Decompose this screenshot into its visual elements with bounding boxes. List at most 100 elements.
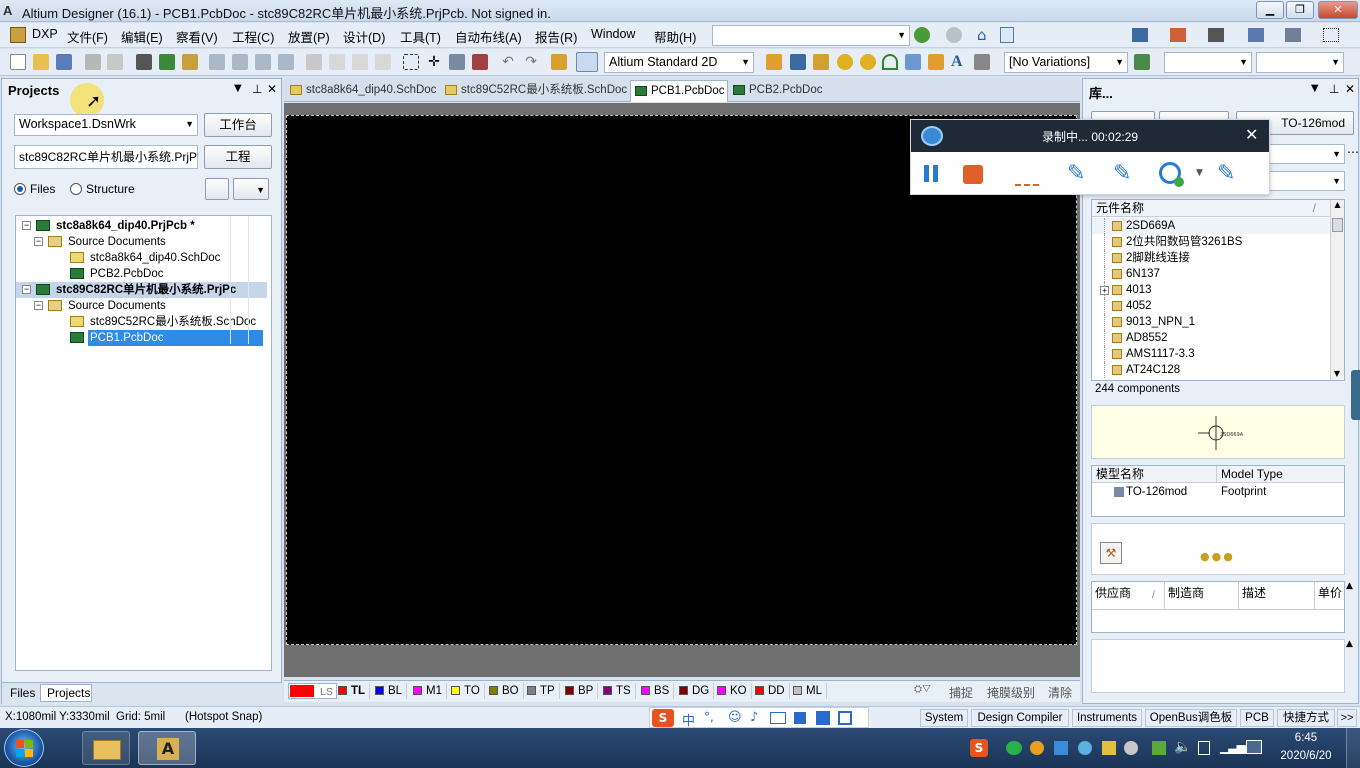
- recorder-close-icon[interactable]: ✕: [1245, 125, 1258, 144]
- design-compiler-button[interactable]: Design Compiler: [971, 709, 1069, 727]
- tray-nvidia-icon[interactable]: [1152, 741, 1166, 755]
- route-icon[interactable]: [1132, 28, 1148, 42]
- layer-tab-bp[interactable]: BP: [565, 683, 599, 699]
- tray-usb-icon[interactable]: [1124, 741, 1138, 755]
- collapse-icon[interactable]: −: [22, 285, 31, 294]
- tray-monitor-icon[interactable]: [1246, 740, 1262, 754]
- align-icon[interactable]: [1170, 28, 1186, 42]
- project-button[interactable]: 工程: [204, 145, 272, 169]
- menu-file[interactable]: 文件(F): [67, 27, 108, 46]
- collapse-icon[interactable]: −: [34, 237, 43, 246]
- pcb-panel-button[interactable]: PCB: [1240, 709, 1274, 727]
- string-icon[interactable]: A: [951, 54, 967, 70]
- save-icon[interactable]: [56, 54, 72, 70]
- manufacturer-col[interactable]: 制造商: [1168, 584, 1204, 601]
- layer-tab-bs[interactable]: BS: [641, 683, 675, 699]
- paste-icon[interactable]: [352, 54, 368, 70]
- menu-tools[interactable]: 工具(T): [400, 27, 441, 46]
- ime-menu-icon[interactable]: [838, 711, 852, 725]
- project-field[interactable]: stc89C82RC单片机最小系统.PrjPcb: [14, 145, 198, 169]
- library-more-icon[interactable]: ⋯: [1347, 145, 1359, 159]
- layer-tab-to[interactable]: TO: [451, 683, 485, 699]
- description-col[interactable]: 描述: [1242, 584, 1266, 601]
- files-radio[interactable]: [14, 183, 26, 195]
- component-list-item[interactable]: AMS1117-3.3: [1092, 346, 1330, 362]
- menu-window[interactable]: Window: [591, 27, 635, 41]
- layer-tab-tl[interactable]: TL: [338, 683, 371, 699]
- folder-icon[interactable]: [182, 54, 198, 70]
- menu-place[interactable]: 放置(P): [288, 27, 330, 46]
- via-icon[interactable]: [860, 54, 876, 70]
- openbus-palette-button[interactable]: OpenBus调色板: [1145, 709, 1237, 727]
- supplier-scroll-icon[interactable]: ▲: [1346, 581, 1358, 591]
- new-icon[interactable]: [10, 54, 26, 70]
- component-list-item[interactable]: 4052: [1092, 298, 1330, 314]
- list-scrollbar[interactable]: ▲ ▼: [1330, 200, 1344, 380]
- menu-project[interactable]: 工程(C): [232, 27, 274, 46]
- instruments-button[interactable]: Instruments: [1072, 709, 1142, 727]
- menu-dxp[interactable]: DXP: [32, 27, 58, 41]
- forward-icon[interactable]: [946, 27, 962, 43]
- component-list-item[interactable]: 2SD669A: [1092, 218, 1330, 234]
- tray-recorder-icon[interactable]: [1054, 741, 1068, 755]
- component-list-item[interactable]: 2位共阳数码管3261BS: [1092, 234, 1330, 250]
- layer-icon[interactable]: [1248, 28, 1264, 42]
- collapse-icon[interactable]: −: [22, 221, 31, 230]
- more-panels-button[interactable]: >>: [1337, 709, 1357, 727]
- clock-date[interactable]: 2020/6/20: [1273, 750, 1339, 762]
- files-tab[interactable]: Files: [10, 686, 35, 700]
- system-panel-button[interactable]: System: [920, 709, 968, 727]
- redo-icon[interactable]: ↷: [523, 54, 539, 70]
- component-list-item[interactable]: +4013: [1092, 282, 1330, 298]
- doc-tab-1[interactable]: stc8a8k64_dip40.SchDoc: [286, 80, 440, 100]
- move-selection-icon[interactable]: [449, 54, 465, 70]
- 3d-icon[interactable]: [136, 54, 152, 70]
- system-audio-icon[interactable]: ✎: [1113, 160, 1135, 188]
- tray-app-icon[interactable]: [1030, 741, 1044, 755]
- component-list-item[interactable]: AT24C128: [1092, 362, 1330, 378]
- move-icon[interactable]: ✛: [426, 54, 442, 70]
- polygon-icon[interactable]: [928, 54, 944, 70]
- structure-radio[interactable]: [70, 183, 82, 195]
- collapse-icon[interactable]: −: [34, 301, 43, 310]
- toolbox-icon[interactable]: [794, 712, 806, 724]
- restore-button[interactable]: ❐: [1286, 1, 1314, 19]
- layer-tab-bl[interactable]: BL: [375, 683, 408, 699]
- tray-wechat-icon[interactable]: [1006, 741, 1022, 755]
- workspace-combo[interactable]: Workspace1.DsnWrk ▼: [14, 114, 198, 136]
- layer-tab-m1[interactable]: M1: [413, 683, 447, 699]
- menu-reports[interactable]: 报告(R): [535, 27, 577, 46]
- panel-menu-icon[interactable]: ▼: [234, 83, 242, 94]
- skin-icon[interactable]: [816, 711, 830, 725]
- altium-taskbar-button[interactable]: A: [138, 731, 196, 765]
- keyboard-icon[interactable]: [770, 712, 786, 724]
- doc-tab-4[interactable]: PCB2.PcbDoc: [729, 80, 827, 100]
- grid-icon[interactable]: [1323, 28, 1339, 42]
- pad-icon[interactable]: [837, 54, 853, 70]
- tray-signal-icon[interactable]: ▁▃▅: [1220, 740, 1246, 754]
- multi-route-icon[interactable]: [813, 54, 829, 70]
- menu-view[interactable]: 察看(V): [176, 27, 218, 46]
- voice-icon[interactable]: ♪: [750, 710, 758, 725]
- model-row[interactable]: TO-126mod Footprint: [1092, 484, 1344, 500]
- supplier-col[interactable]: 供应商: [1095, 584, 1131, 601]
- menu-design[interactable]: 设计(D): [343, 27, 385, 46]
- layer-tab-bo[interactable]: BO: [489, 683, 524, 699]
- clear-button[interactable]: 清除: [1048, 684, 1072, 701]
- fill-icon[interactable]: [905, 54, 921, 70]
- select-icon[interactable]: [403, 54, 419, 70]
- component-list-item[interactable]: 2脚跳线连接: [1092, 250, 1330, 266]
- view-mode-combo[interactable]: Altium Standard 2D ▼: [604, 52, 754, 73]
- mask-level-button[interactable]: 掩膜级别: [987, 684, 1035, 701]
- menu-autoroute[interactable]: 自动布线(A): [455, 27, 522, 46]
- component-list-item[interactable]: AD8552: [1092, 330, 1330, 346]
- project-options-icon[interactable]: [205, 178, 229, 200]
- doc-tab-3[interactable]: PCB1.PcbDoc: [630, 80, 728, 102]
- home-icon[interactable]: ⌂: [977, 27, 993, 43]
- zoom-icon[interactable]: [255, 54, 271, 70]
- variations-combo[interactable]: [No Variations] ▼: [1004, 52, 1128, 73]
- mic-icon[interactable]: ✎: [1067, 160, 1089, 188]
- layer-tab-ml[interactable]: ML: [793, 683, 827, 699]
- variant-icon[interactable]: [1134, 54, 1150, 70]
- board-icon[interactable]: [159, 54, 175, 70]
